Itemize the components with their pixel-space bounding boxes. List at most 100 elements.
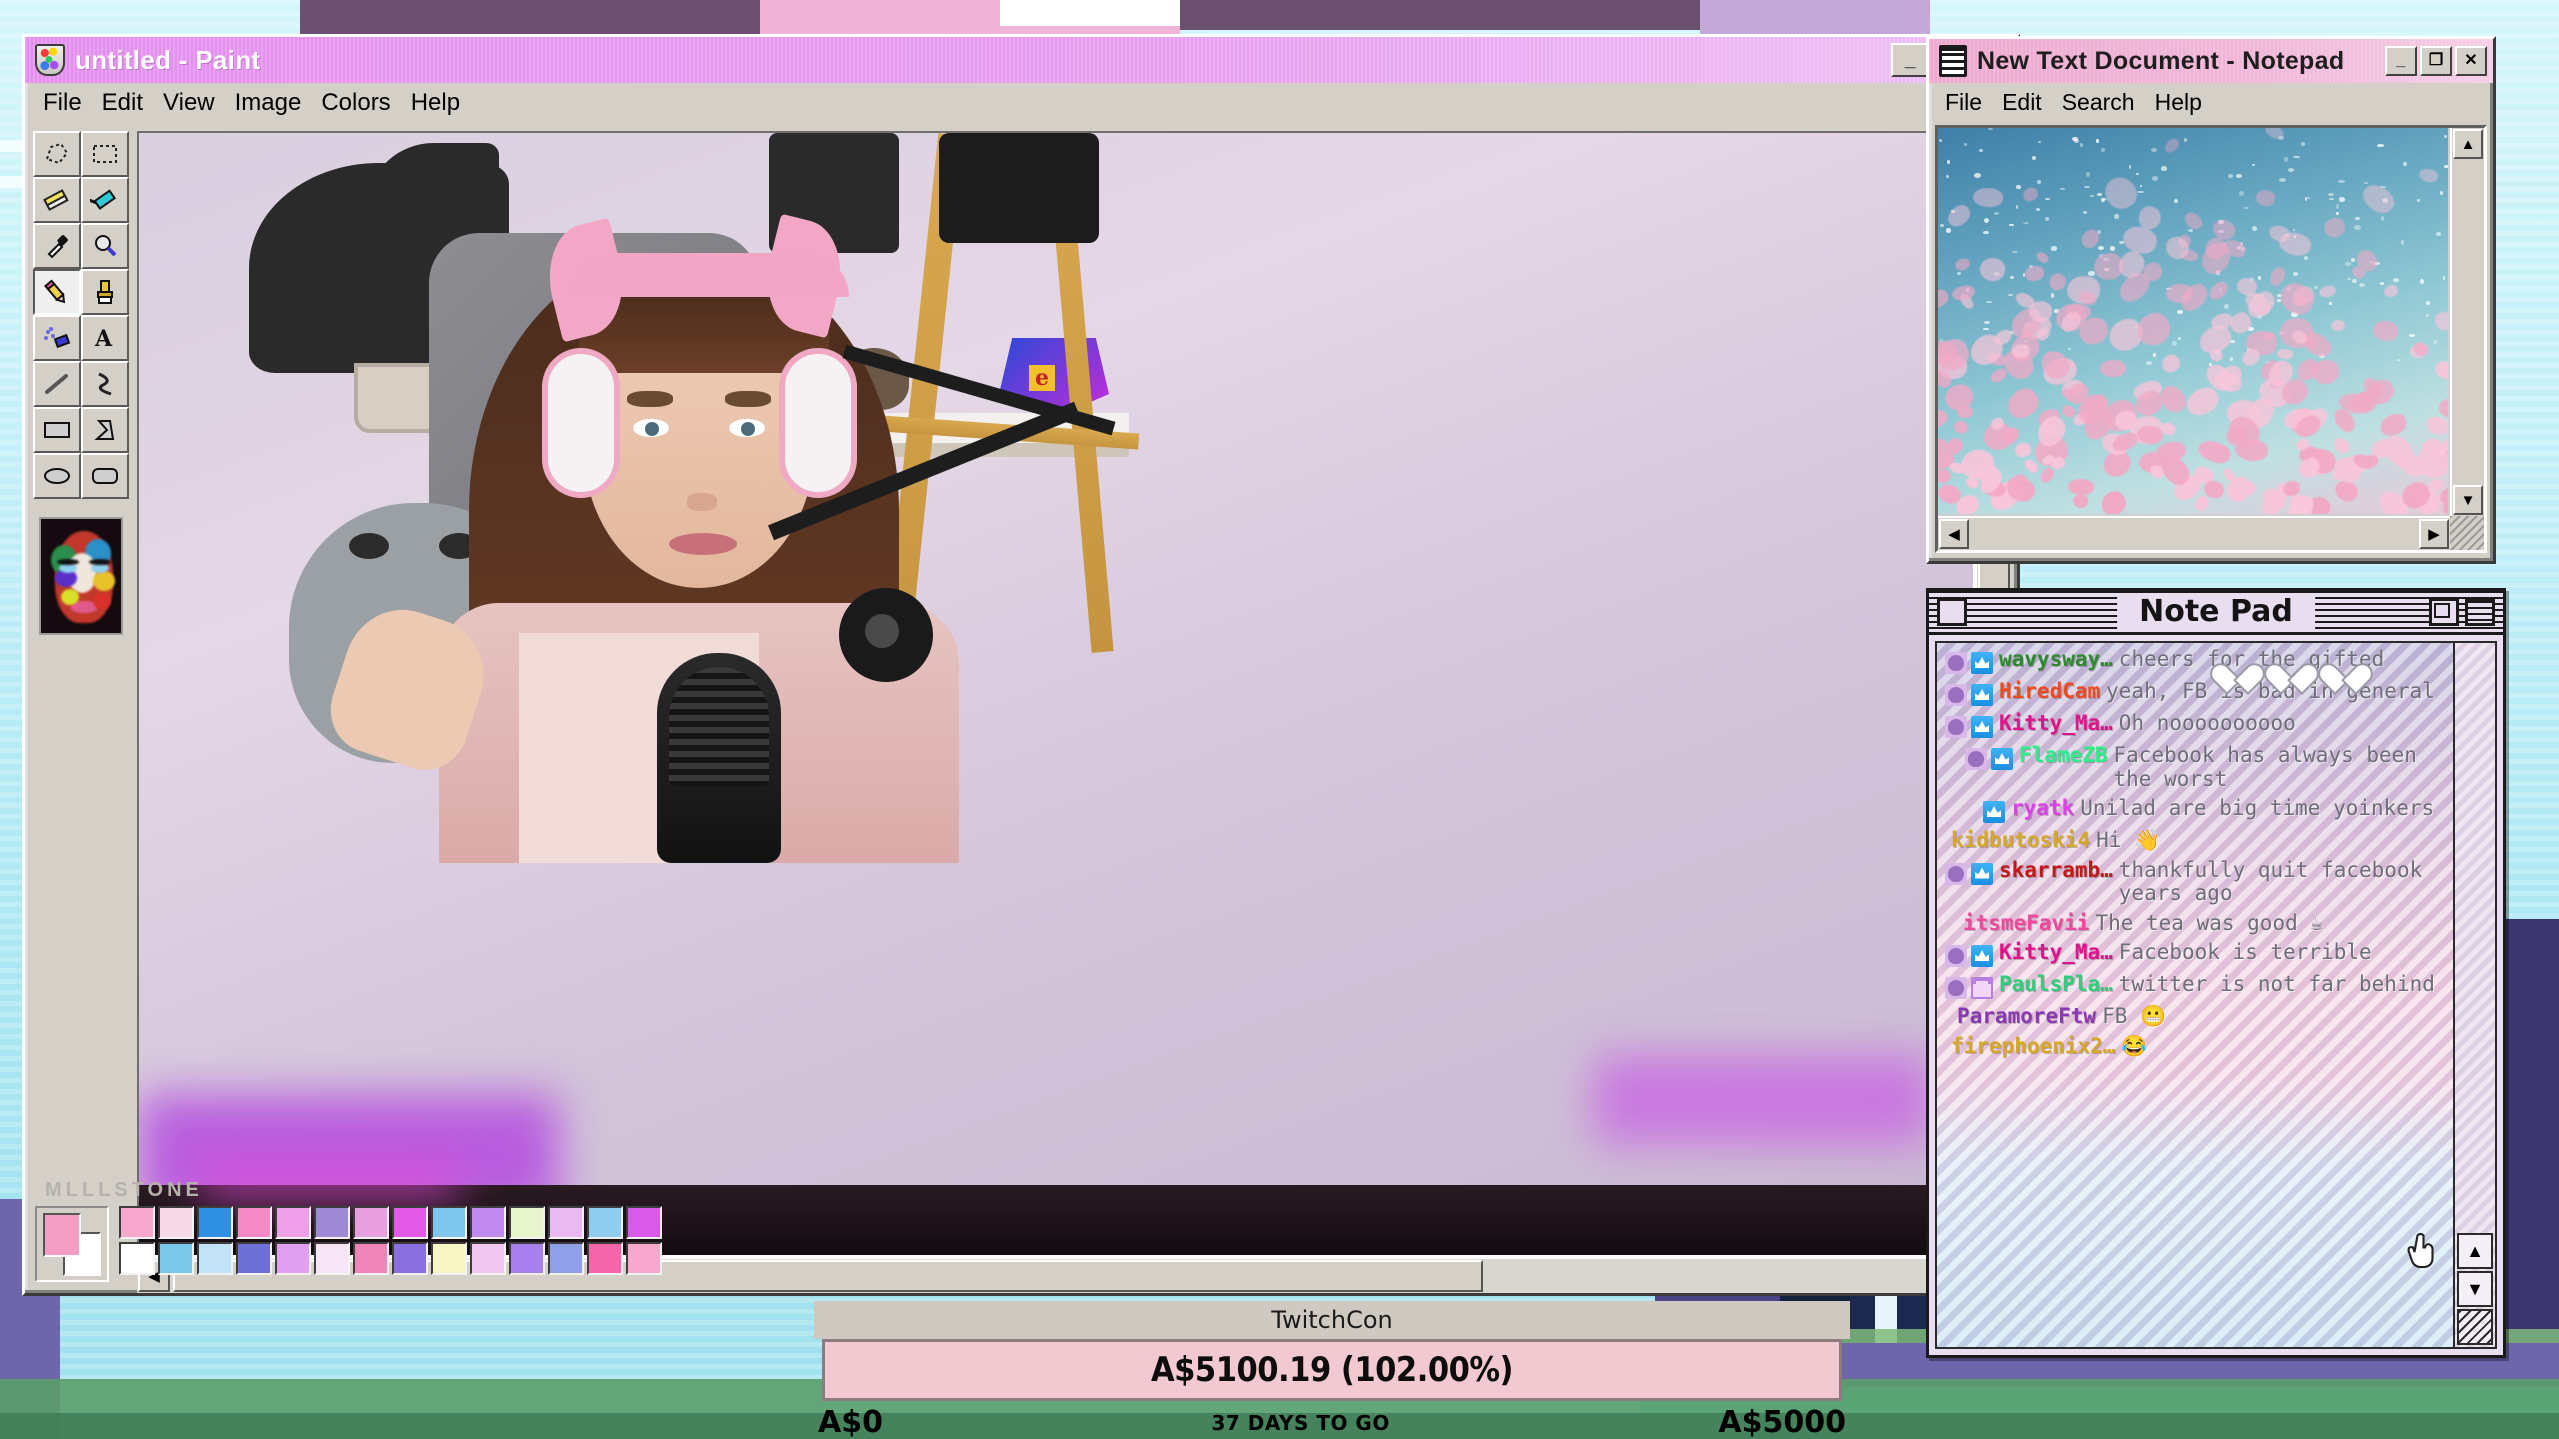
paint-titlebar[interactable]: untitled - Paint _ ❐ ✕	[25, 37, 2017, 83]
color-swatch[interactable]	[431, 1206, 467, 1239]
brush-tool[interactable]	[81, 269, 129, 315]
rounded-rectangle-tool[interactable]	[81, 453, 129, 499]
polygon-tool[interactable]	[81, 407, 129, 453]
eraser-tool[interactable]	[33, 177, 81, 223]
color-swatch[interactable]	[119, 1242, 155, 1275]
palette-column[interactable]	[275, 1206, 311, 1275]
pencil-tool[interactable]	[33, 269, 81, 315]
color-swatch[interactable]	[353, 1206, 389, 1239]
color-swatch[interactable]	[509, 1242, 545, 1275]
notepad-scroll-right-button[interactable]: ▶	[2419, 519, 2449, 549]
menu-image[interactable]: Image	[231, 87, 318, 119]
palette-column[interactable]	[314, 1206, 350, 1275]
chat-username[interactable]: ryatk	[2011, 797, 2074, 821]
chat-username[interactable]: skarramb…	[1999, 859, 2113, 883]
chat-username[interactable]: itsmeFavii	[1963, 912, 2089, 936]
menu-help[interactable]: Help	[407, 87, 476, 119]
palette-column[interactable]	[158, 1206, 194, 1275]
palette-column[interactable]	[509, 1206, 545, 1275]
color-swatch[interactable]	[626, 1242, 662, 1275]
color-swatch[interactable]	[548, 1206, 584, 1239]
color-swatch[interactable]	[509, 1206, 545, 1239]
chat-window-buttons[interactable]	[2429, 598, 2495, 626]
chat-username[interactable]: FlameZB	[2019, 744, 2108, 768]
palette-column[interactable]	[236, 1206, 272, 1275]
palette-column[interactable]	[470, 1206, 506, 1275]
curve-tool[interactable]	[81, 361, 129, 407]
notepad-scroll-up-button[interactable]: ▲	[2453, 129, 2483, 159]
color-swatch[interactable]	[470, 1242, 506, 1275]
rectangle-tool[interactable]	[33, 407, 81, 453]
notepad-minimize-button[interactable]: _	[2385, 46, 2417, 76]
paint-canvas-area[interactable]: AMBE e	[137, 131, 2011, 1293]
chat-scroll-up-button[interactable]: ▲	[2457, 1233, 2493, 1269]
notepad-menubar[interactable]: File Edit Search Help	[1929, 83, 2493, 122]
menu-edit[interactable]: Edit	[98, 87, 159, 119]
color-swatch[interactable]	[587, 1242, 623, 1275]
line-tool[interactable]	[33, 361, 81, 407]
chat-window[interactable]: Note Pad wavysway… cheers for the gifted H…	[1926, 588, 2506, 1358]
notepad-window[interactable]: New Text Document - Notepad _ ❐ ✕ File E…	[1926, 36, 2496, 564]
paint-menubar[interactable]: File Edit View Image Colors Help	[25, 83, 2017, 125]
color-swatch[interactable]	[197, 1206, 233, 1239]
ellipse-tool[interactable]	[33, 453, 81, 499]
color-swatch[interactable]	[392, 1242, 428, 1275]
paint-window[interactable]: untitled - Paint _ ❐ ✕ File Edit View Im…	[22, 34, 2020, 1296]
palette-column[interactable]	[119, 1206, 155, 1275]
color-palette[interactable]	[35, 1206, 2017, 1282]
notepad-vertical-scrollbar[interactable]: ▲ ▼	[2450, 128, 2484, 516]
color-swatch[interactable]	[314, 1206, 350, 1239]
notepad-scroll-down-button[interactable]: ▼	[2453, 485, 2483, 515]
color-swatch[interactable]	[275, 1242, 311, 1275]
notepad-window-buttons[interactable]: _ ❐ ✕	[2385, 46, 2487, 76]
color-swatch[interactable]	[314, 1242, 350, 1275]
color-swatch-grid[interactable]	[119, 1206, 662, 1275]
menu-file[interactable]: File	[39, 87, 98, 119]
chat-username[interactable]: kidbutoski4	[1951, 829, 2090, 853]
menu-view[interactable]: View	[159, 87, 231, 119]
notepad-horizontal-scrollbar[interactable]: ◀ ▶	[1938, 516, 2450, 550]
chat-username[interactable]: Kitty_Ma…	[1999, 941, 2113, 965]
paint-canvas[interactable]: AMBE e	[137, 131, 1975, 1257]
palette-column[interactable]	[392, 1206, 428, 1275]
color-swatch[interactable]	[548, 1242, 584, 1275]
chat-resize-grip[interactable]	[2457, 1309, 2493, 1345]
notepad-maximize-button[interactable]: ❐	[2420, 46, 2452, 76]
palette-column[interactable]	[587, 1206, 623, 1275]
color-swatch[interactable]	[392, 1206, 428, 1239]
palette-column[interactable]	[353, 1206, 389, 1275]
chat-username[interactable]: firephoenix2…	[1951, 1035, 2115, 1059]
palette-column[interactable]	[548, 1206, 584, 1275]
color-swatch[interactable]	[275, 1206, 311, 1239]
airbrush-tool[interactable]	[33, 315, 81, 361]
tool-grid[interactable]: A	[33, 131, 129, 499]
notepad-menu-help[interactable]: Help	[2151, 87, 2218, 118]
paint-palette-area[interactable]: MLLLSTONE	[25, 1173, 2017, 1293]
paint-toolbox[interactable]: A	[25, 121, 137, 1293]
color-swatch[interactable]	[158, 1242, 194, 1275]
notepad-menu-search[interactable]: Search	[2058, 87, 2151, 118]
notepad-titlebar[interactable]: New Text Document - Notepad _ ❐ ✕	[1929, 39, 2493, 83]
color-swatch[interactable]	[470, 1206, 506, 1239]
windowshade-box[interactable]	[2465, 598, 2495, 626]
palette-column[interactable]	[197, 1206, 233, 1275]
minimize-button[interactable]: _	[1891, 43, 1929, 77]
notepad-scroll-left-button[interactable]: ◀	[1939, 519, 1969, 549]
palette-column[interactable]	[431, 1206, 467, 1275]
chat-username[interactable]: wavysway…	[1999, 648, 2113, 672]
color-selection-indicator[interactable]	[35, 1206, 109, 1282]
notepad-resize-grip[interactable]	[2450, 516, 2484, 550]
foreground-color-swatch[interactable]	[43, 1213, 81, 1257]
close-box[interactable]	[1937, 598, 1967, 626]
chat-username[interactable]: ParamoreFtw	[1957, 1005, 2096, 1029]
fill-tool[interactable]	[81, 177, 129, 223]
color-swatch[interactable]	[236, 1206, 272, 1239]
chat-vertical-scrollbar[interactable]: ▲ ▼	[2453, 643, 2495, 1347]
text-tool[interactable]: A	[81, 315, 129, 361]
rectangle-select-tool[interactable]	[81, 131, 129, 177]
chat-scroll-area[interactable]: wavysway… cheers for the gifted HiredCam ye…	[1935, 641, 2497, 1349]
notepad-menu-file[interactable]: File	[1941, 87, 1998, 118]
chat-scroll-down-button[interactable]: ▼	[2457, 1271, 2493, 1307]
menu-colors[interactable]: Colors	[317, 87, 406, 119]
zoom-box[interactable]	[2429, 598, 2459, 626]
